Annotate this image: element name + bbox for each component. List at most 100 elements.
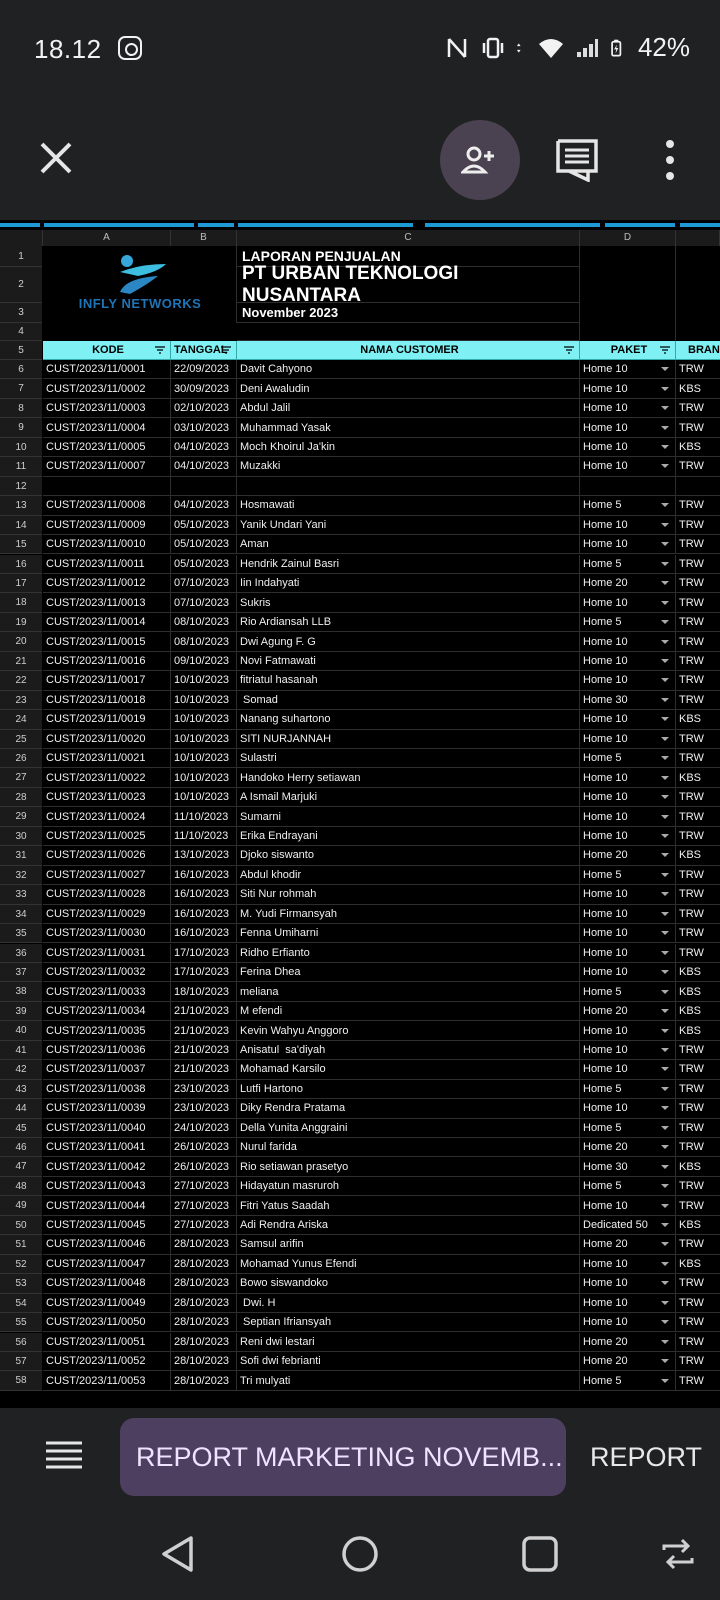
cell-nama[interactable]: Siti Nur rohmah [237, 885, 580, 905]
cell-brand[interactable]: TRW [676, 418, 720, 438]
header-paket[interactable]: PAKET [580, 341, 676, 360]
dropdown-arrow-icon[interactable] [661, 911, 669, 916]
row-number[interactable]: 32 [0, 865, 42, 886]
cell-tanggal[interactable]: 28/10/2023 [171, 1351, 237, 1372]
dropdown-arrow-icon[interactable] [661, 367, 669, 372]
column-header-d[interactable]: D [580, 230, 676, 246]
cell-kode[interactable]: CUST/2023/11/0030 [43, 924, 171, 944]
cell-tanggal[interactable]: 07/10/2023 [171, 573, 237, 594]
blank-cell-d[interactable] [580, 246, 676, 341]
cell-brand[interactable]: KBS [676, 982, 720, 1002]
row-number[interactable]: 35 [0, 924, 42, 944]
cell-nama[interactable]: Reni dwi lestari [237, 1332, 580, 1352]
sheet-list-icon[interactable] [46, 1440, 82, 1470]
cell-brand[interactable]: TRW [676, 1371, 720, 1391]
row-number[interactable]: 42 [0, 1060, 42, 1080]
cell-tanggal[interactable]: 28/10/2023 [171, 1371, 237, 1391]
home-icon[interactable] [340, 1534, 380, 1574]
cell-paket[interactable]: Home 10 [580, 457, 676, 477]
cell-paket[interactable]: Home 10 [580, 924, 676, 944]
row-number[interactable]: 24 [0, 710, 42, 730]
cell-brand[interactable]: TRW [676, 866, 720, 886]
dropdown-arrow-icon[interactable] [661, 658, 669, 663]
row-number[interactable]: 58 [0, 1371, 42, 1391]
row-number[interactable]: 19 [0, 612, 42, 633]
cell-kode[interactable]: CUST/2023/11/0035 [43, 1021, 171, 1041]
cell-tanggal[interactable]: 10/10/2023 [171, 749, 237, 769]
cell-kode[interactable]: CUST/2023/11/0014 [43, 612, 171, 633]
cell-brand[interactable]: TRW [676, 613, 720, 633]
cell-paket[interactable]: Home 10 [580, 1040, 676, 1061]
cell-tanggal[interactable]: 21/10/2023 [171, 1001, 237, 1022]
cell-paket[interactable]: Home 5 [580, 1079, 676, 1100]
row-number[interactable]: 38 [0, 982, 42, 1002]
row-number[interactable]: 9 [0, 418, 42, 438]
cell-paket[interactable]: Home 10 [580, 651, 676, 672]
cell-tanggal[interactable]: 28/10/2023 [171, 1332, 237, 1352]
cell-paket[interactable]: Home 10 [580, 1254, 676, 1275]
row-number[interactable]: 28 [0, 787, 42, 808]
filter-icon[interactable] [155, 346, 165, 354]
cell-tanggal[interactable]: 04/10/2023 [171, 437, 237, 458]
cell-paket[interactable]: Home 10 [580, 379, 676, 399]
row-number[interactable]: 45 [0, 1118, 42, 1138]
dropdown-arrow-icon[interactable] [661, 1261, 669, 1266]
cell-tanggal[interactable]: 05/10/2023 [171, 515, 237, 536]
dropdown-arrow-icon[interactable] [661, 834, 669, 839]
cell-paket[interactable]: Home 10 [580, 360, 676, 380]
cell-nama[interactable]: Iin Indahyati [237, 573, 580, 594]
cell-paket[interactable]: Home 5 [580, 1118, 676, 1138]
cell-kode[interactable]: CUST/2023/11/0022 [43, 768, 171, 788]
cell-brand[interactable]: TRW [676, 1196, 720, 1216]
cell-kode[interactable]: CUST/2023/11/0026 [43, 846, 171, 866]
cell-brand[interactable]: TRW [676, 1313, 720, 1333]
cell-paket[interactable]: Home 10 [580, 885, 676, 905]
cell-brand[interactable]: TRW [676, 1235, 720, 1255]
dropdown-arrow-icon[interactable] [661, 386, 669, 391]
cell-brand[interactable]: TRW [676, 807, 720, 827]
row-number[interactable]: 29 [0, 807, 42, 827]
row-number[interactable]: 50 [0, 1215, 42, 1236]
cell-nama[interactable]: Yanik Undari Yani [237, 515, 580, 536]
cell-kode[interactable]: CUST/2023/11/0015 [43, 632, 171, 652]
row-number[interactable]: 47 [0, 1157, 42, 1177]
cell-nama[interactable]: fitriatul hasanah [237, 671, 580, 691]
cell-brand[interactable]: KBS [676, 1002, 720, 1022]
cell-paket[interactable]: Home 10 [580, 1293, 676, 1314]
cell-paket[interactable]: Home 10 [580, 1099, 676, 1119]
cell-tanggal[interactable]: 28/10/2023 [171, 1254, 237, 1275]
cell-brand[interactable]: TRW [676, 1352, 720, 1372]
cell-nama[interactable]: Dwi. H [237, 1293, 580, 1314]
row-number[interactable]: 30 [0, 826, 42, 847]
cell-tanggal[interactable]: 24/10/2023 [171, 1118, 237, 1138]
cell-nama[interactable]: Hendrik Zainul Basri [237, 554, 580, 574]
cell-paket[interactable]: Home 10 [580, 787, 676, 808]
cell-brand[interactable]: KBS [676, 768, 720, 788]
cell-kode[interactable]: CUST/2023/11/0008 [43, 496, 171, 516]
blank-cell[interactable] [237, 323, 580, 341]
cell-kode[interactable]: CUST/2023/11/0017 [43, 671, 171, 691]
cell-nama[interactable] [237, 476, 580, 497]
cell-brand[interactable]: TRW [676, 1080, 720, 1100]
cell-paket[interactable]: Home 10 [580, 1196, 676, 1216]
cell-brand[interactable]: TRW [676, 360, 720, 380]
column-header-e[interactable] [676, 230, 720, 246]
cell-nama[interactable]: Kevin Wahyu Anggoro [237, 1021, 580, 1041]
cell-brand[interactable]: KBS [676, 846, 720, 866]
cell-tanggal[interactable]: 16/10/2023 [171, 904, 237, 925]
row-number[interactable]: 25 [0, 729, 42, 749]
row-number[interactable]: 1 [0, 246, 42, 267]
cell-kode[interactable]: CUST/2023/11/0018 [43, 690, 171, 711]
cell-nama[interactable]: Adi Rendra Ariska [237, 1215, 580, 1236]
cell-brand[interactable]: TRW [676, 1333, 720, 1352]
cell-kode[interactable]: CUST/2023/11/0052 [43, 1351, 171, 1372]
cell-brand[interactable]: KBS [676, 1255, 720, 1275]
row-number[interactable]: 31 [0, 846, 42, 866]
dropdown-arrow-icon[interactable] [661, 445, 669, 450]
cell-brand[interactable]: TRW [676, 555, 720, 574]
dropdown-arrow-icon[interactable] [661, 814, 669, 819]
cell-kode[interactable]: CUST/2023/11/0047 [43, 1254, 171, 1275]
cell-tanggal[interactable] [171, 476, 237, 497]
cell-nama[interactable]: Davit Cahyono [237, 360, 580, 380]
cell-nama[interactable]: Diky Rendra Pratama [237, 1099, 580, 1119]
